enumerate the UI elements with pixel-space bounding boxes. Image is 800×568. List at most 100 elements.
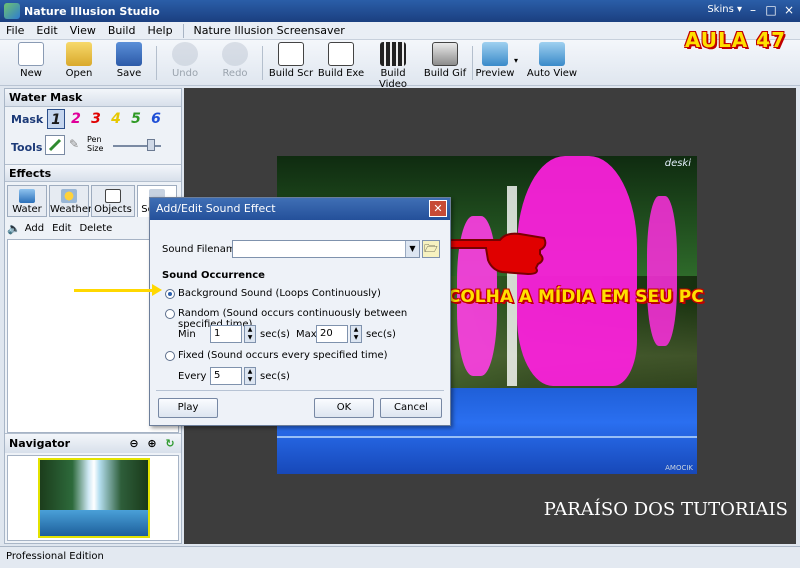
radio-random-sound[interactable] (165, 309, 175, 319)
background-sound-label[interactable]: Background Sound (Loops Continuously) (178, 288, 381, 299)
every-secs-label: sec(s) (260, 371, 290, 382)
effects-header: Effects (5, 164, 181, 182)
menu-help[interactable]: Help (141, 24, 178, 37)
zoom-in-icon[interactable]: ⊕ (145, 437, 159, 451)
menu-screensaver[interactable]: Nature Illusion Screensaver (188, 24, 351, 37)
preview-dropdown-icon[interactable]: ▾ (514, 56, 518, 65)
tab-weather-label: Weather (50, 204, 93, 215)
build-video-button[interactable]: Build Video (366, 42, 420, 90)
min-spinner[interactable]: ▲ ▼ (244, 325, 256, 343)
build-video-label: Build Video (378, 68, 408, 90)
refresh-icon[interactable]: ↻ (163, 437, 177, 451)
menu-bar: File Edit View Build Help Nature Illusio… (0, 22, 800, 40)
thumbnail-water (40, 510, 148, 536)
application-icon (328, 42, 354, 66)
chevron-down-icon[interactable]: ▼ (405, 241, 419, 257)
skins-menu[interactable]: Skins ▾ (707, 4, 742, 15)
mask-button-3[interactable]: 3 (87, 109, 105, 129)
auto-view-button[interactable]: Auto View (524, 42, 580, 84)
toolbar-separator (262, 46, 263, 80)
every-spinner[interactable]: ▲ ▼ (244, 367, 256, 385)
callout-text: ESCOLHA A MÍDIA EM SEU PC (424, 287, 704, 307)
build-gif-label: Build Gif (423, 68, 467, 79)
build-exe-button[interactable]: Build Exe (316, 42, 366, 84)
max-spinner[interactable]: ▲ ▼ (350, 325, 362, 343)
min-label: Min (178, 329, 196, 340)
redo-button[interactable]: Redo (210, 42, 260, 84)
mask-button-5[interactable]: 5 (127, 109, 145, 129)
ok-button[interactable]: OK (314, 398, 374, 418)
pencil-icon (48, 138, 62, 152)
sound-edit-button[interactable]: Edit (52, 223, 71, 234)
navigator-preview[interactable] (7, 455, 179, 541)
mask-button-4[interactable]: 4 (107, 109, 125, 129)
window-title: Nature Illusion Studio (24, 4, 160, 18)
browse-folder-button[interactable]: 🗁 (422, 240, 440, 258)
every-input[interactable]: 5 (210, 367, 242, 385)
sound-effect-dialog: Add/Edit Sound Effect ✕ Sound Filename ▼… (149, 197, 451, 426)
menu-file[interactable]: File (0, 24, 30, 37)
image-credit: AMOCIK (665, 464, 693, 472)
pen-size-label: Pen Size (87, 135, 103, 153)
eraser-icon[interactable]: ✎ (69, 137, 79, 151)
open-label: Open (65, 68, 93, 79)
build-gif-button[interactable]: Build Gif (420, 42, 470, 84)
pen-size-slider-handle[interactable] (147, 139, 155, 151)
pen-size-line1: Pen (87, 135, 102, 144)
cancel-button[interactable]: Cancel (380, 398, 442, 418)
maximize-button[interactable]: □ (764, 3, 778, 17)
menu-edit[interactable]: Edit (30, 24, 63, 37)
open-button[interactable]: Open (54, 42, 104, 84)
minimize-button[interactable]: – (746, 3, 760, 17)
undo-button[interactable]: Undo (160, 42, 210, 84)
mask-button-2[interactable]: 2 (67, 109, 85, 129)
sound-filename-combo[interactable]: ▼ (232, 240, 420, 258)
auto-view-label: Auto View (526, 68, 578, 79)
yellow-arrow-annotation (74, 284, 162, 296)
mask-overlay (647, 196, 677, 346)
pen-tool-button[interactable] (45, 135, 65, 155)
new-file-icon (18, 42, 44, 66)
close-button[interactable]: × (782, 3, 796, 17)
dialog-close-button[interactable]: ✕ (429, 200, 447, 217)
tab-water[interactable]: Water (7, 185, 47, 217)
preview-label: Preview (475, 68, 515, 79)
mask-button-1[interactable]: 1 (47, 109, 65, 129)
save-button[interactable]: Save (104, 42, 154, 84)
radio-fixed-sound[interactable] (165, 351, 175, 361)
skins-label: Skins (707, 4, 734, 15)
min-input[interactable]: 1 (210, 325, 242, 343)
toolbar: New Open Save Undo Redo Build Scr Build … (0, 40, 800, 90)
sound-add-button[interactable]: Add (25, 223, 44, 234)
new-label: New (20, 68, 42, 79)
fixed-sound-label[interactable]: Fixed (Sound occurs every specified time… (178, 350, 388, 361)
magnifier-monitor-icon (482, 42, 508, 66)
max-input[interactable]: 20 (316, 325, 348, 343)
navigator-thumbnail[interactable] (38, 458, 150, 538)
redo-label: Redo (222, 68, 248, 79)
dialog-separator (156, 390, 444, 391)
max-label: Max (296, 329, 317, 340)
tab-weather[interactable]: Weather (49, 185, 93, 217)
every-label: Every (178, 371, 207, 382)
folder-icon: 🗁 (424, 242, 438, 255)
menu-build[interactable]: Build (102, 24, 142, 37)
preview-button[interactable]: Preview (470, 42, 520, 84)
menu-view[interactable]: View (64, 24, 102, 37)
build-exe-label: Build Exe (317, 68, 365, 79)
monitor-icon (278, 42, 304, 66)
watermark-text: PARAÍSO DOS TUTORIAIS (543, 499, 788, 520)
min-secs-label: sec(s) (260, 329, 290, 340)
tab-objects[interactable]: Objects (91, 185, 135, 217)
build-scr-button[interactable]: Build Scr (266, 42, 316, 84)
play-button[interactable]: Play (158, 398, 218, 418)
sound-delete-button[interactable]: Delete (79, 223, 112, 234)
film-icon (380, 42, 406, 66)
zoom-out-icon[interactable]: ⊖ (127, 437, 141, 451)
radio-background-sound[interactable] (165, 289, 175, 299)
tools-label: Tools (11, 141, 43, 154)
mask-button-6[interactable]: 6 (147, 109, 165, 129)
folder-open-icon (66, 42, 92, 66)
new-button[interactable]: New (6, 42, 56, 84)
status-bar: Professional Edition (0, 546, 800, 568)
